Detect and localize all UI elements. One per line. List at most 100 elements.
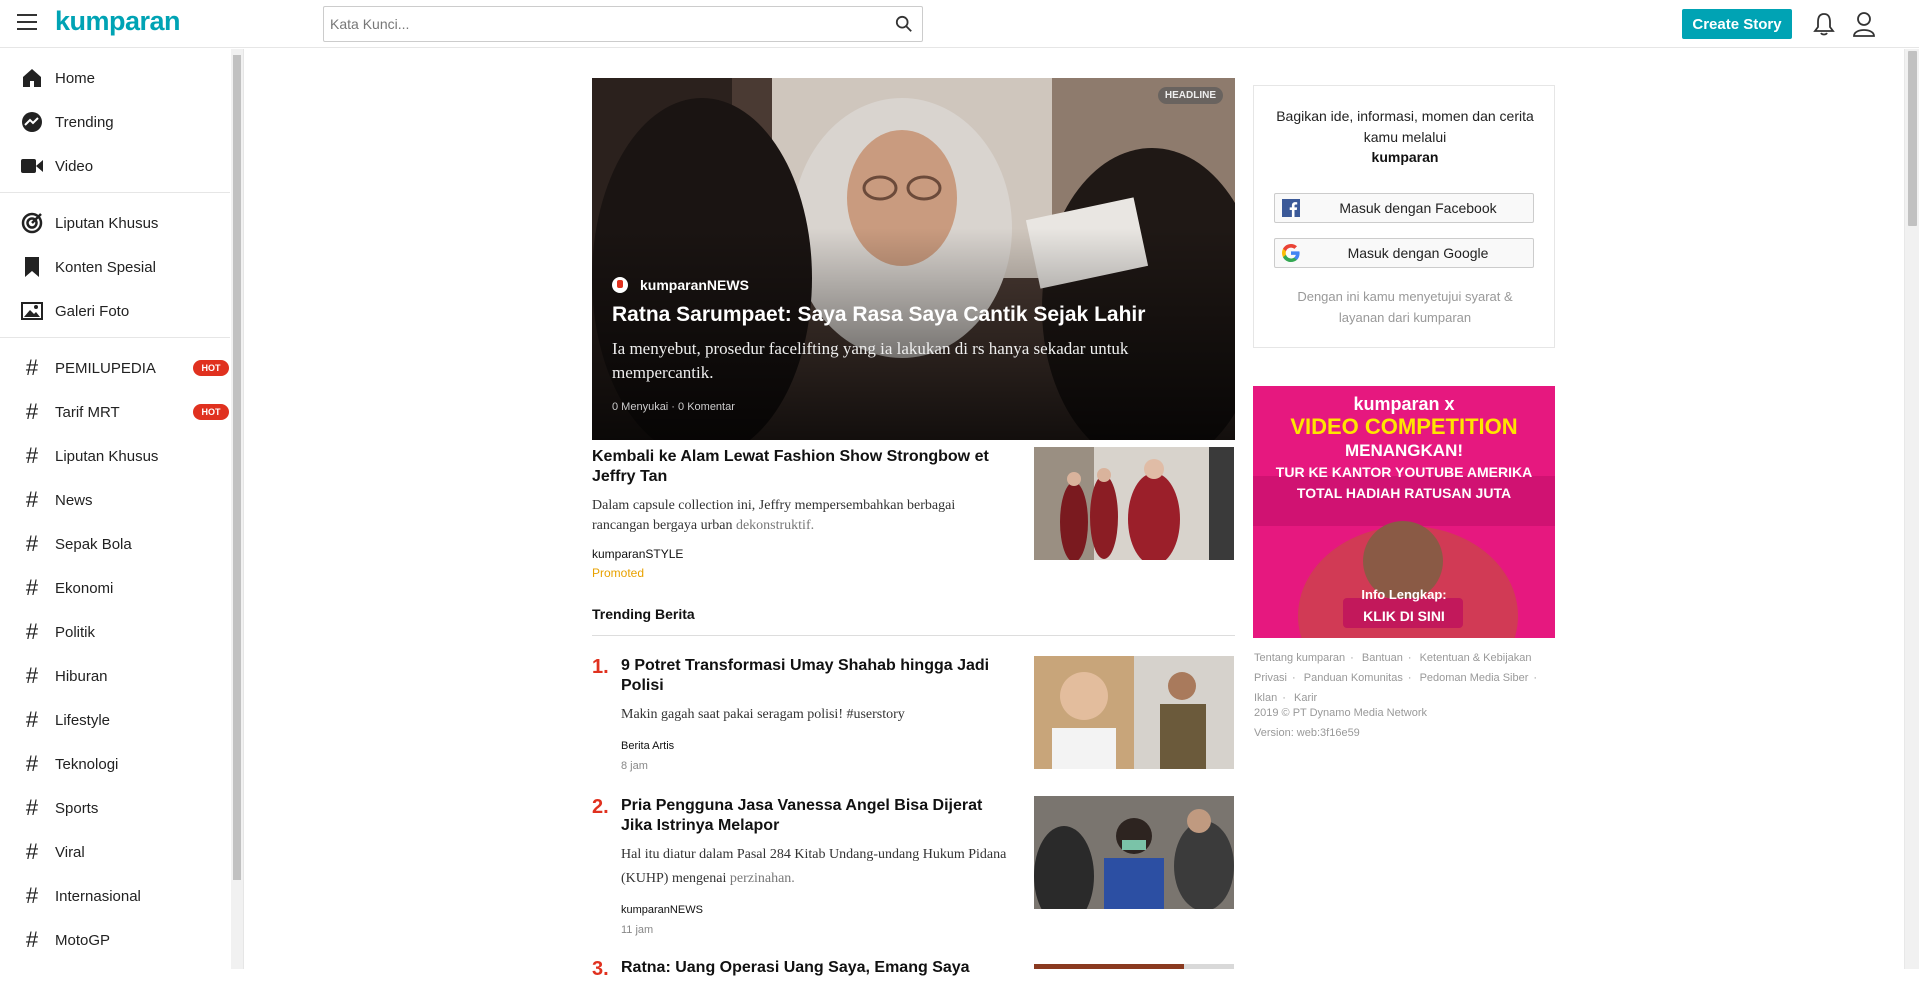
page-scrollbar[interactable] xyxy=(1904,49,1919,969)
footer-links: Tentang kumparan · Bantuan · Ketentuan & K… xyxy=(1254,652,1538,704)
promoted-source[interactable]: kumparanSTYLE xyxy=(592,547,683,561)
sidebar-item-liputan-khusus[interactable]: Liputan Khusus xyxy=(0,201,230,245)
hashtag-icon: # xyxy=(25,663,39,688)
kumparan-logo[interactable]: kumparan xyxy=(55,6,181,37)
trending-photo xyxy=(1034,796,1234,909)
video-icon xyxy=(21,155,43,177)
page-scrollbar-thumb[interactable] xyxy=(1908,51,1917,226)
sidebar-topic-pemilupedia[interactable]: # PEMILUPEDIA HOT xyxy=(0,346,230,390)
sidebar-scrollbar-thumb[interactable] xyxy=(233,55,241,880)
trending-photo xyxy=(1034,656,1234,769)
footer-link-community[interactable]: Panduan Komunitas xyxy=(1304,672,1403,684)
trending-source[interactable]: Berita Artis xyxy=(621,740,674,752)
ad-line-1: kumparan x xyxy=(1353,394,1454,414)
ad-line-4: TUR KE KANTOR YOUTUBE AMERIKA xyxy=(1276,464,1532,480)
promoted-description: Dalam capsule collection ini, Jeffry mem… xyxy=(592,496,1012,536)
sidebar-topic-motogp[interactable]: # MotoGP xyxy=(0,918,230,962)
sidebar-item-konten-spesial[interactable]: Konten Spesial xyxy=(0,245,230,289)
search-icon[interactable] xyxy=(895,15,913,33)
trending-image[interactable] xyxy=(1034,960,1234,969)
trending-divider xyxy=(592,635,1235,636)
ad-info: Info Lengkap: xyxy=(1361,587,1446,602)
promoted-image[interactable] xyxy=(1034,447,1234,560)
trending-heading: Trending Berita xyxy=(592,606,695,622)
headline-card[interactable]: HEADLINE kumparanNEWS Ratna Sarumpaet: S… xyxy=(592,78,1235,440)
sidebar-topic-hiburan[interactable]: # Hiburan xyxy=(0,654,230,698)
sidebar-item-video[interactable]: Video xyxy=(0,144,230,188)
google-icon xyxy=(1282,244,1300,262)
login-prompt: Bagikan ide, informasi, momen dan cerita… xyxy=(1276,108,1534,145)
hashtag-icon: # xyxy=(25,707,39,732)
footer-link-career[interactable]: Karir xyxy=(1294,692,1317,704)
sidebar-topic-sepak-bola[interactable]: # Sepak Bola xyxy=(0,522,230,566)
sidebar-item-label: Liputan Khusus xyxy=(55,214,159,232)
login-facebook-label: Masuk dengan Facebook xyxy=(1339,200,1497,216)
create-story-button[interactable]: Create Story xyxy=(1682,9,1792,39)
trending-source[interactable]: kumparanNEWS xyxy=(621,904,703,916)
sidebar-topic-news[interactable]: # News xyxy=(0,478,230,522)
sidebar-topic-lifestyle[interactable]: # Lifestyle xyxy=(0,698,230,742)
footer-link-about[interactable]: Tentang kumparan xyxy=(1254,652,1345,664)
trending-number: 3. xyxy=(592,958,609,980)
sidebar-item-label: Lifestyle xyxy=(55,711,111,729)
sidebar-topic-ekonomi[interactable]: # Ekonomi xyxy=(0,566,230,610)
trending-title[interactable]: Pria Pengguna Jasa Vanessa Angel Bisa Di… xyxy=(621,796,1011,836)
hashtag-icon: # xyxy=(25,575,39,600)
sidebar-item-galeri-foto[interactable]: Galeri Foto xyxy=(0,289,230,333)
trending-number: 1. xyxy=(592,656,609,678)
sidebar-topic-politik[interactable]: # Politik xyxy=(0,610,230,654)
sidebar-item-label: Home xyxy=(55,69,96,87)
headline-title[interactable]: Ratna Sarumpaet: Saya Rasa Saya Cantik S… xyxy=(612,303,1212,327)
sidebar-item-trending[interactable]: Trending xyxy=(0,100,230,144)
footer-link-media-guidelines[interactable]: Pedoman Media Siber xyxy=(1420,672,1529,684)
hashtag-icon: # xyxy=(25,883,39,908)
top-bar: kumparan Create Story xyxy=(0,0,1919,48)
sidebar-item-label: Viral xyxy=(55,843,85,861)
trending-number: 2. xyxy=(592,796,609,818)
trending-title[interactable]: Ratna: Uang Operasi Uang Saya, Emang Say… xyxy=(621,958,1011,978)
sidebar-item-label: Sports xyxy=(55,799,99,817)
source-avatar-icon xyxy=(612,277,628,293)
facebook-icon xyxy=(1282,199,1300,217)
notification-bell-icon[interactable] xyxy=(1813,12,1835,36)
hamburger-menu-icon[interactable] xyxy=(17,14,37,32)
sidebar-topic-liputan-khusus[interactable]: # Liputan Khusus xyxy=(0,434,230,478)
footer-version: Version: web:3f16e59 xyxy=(1254,727,1360,739)
sidebar-scrollbar[interactable] xyxy=(231,49,243,969)
promoted-label: Promoted xyxy=(592,566,645,580)
search-input[interactable] xyxy=(324,7,864,41)
user-profile-icon[interactable] xyxy=(1852,11,1876,37)
target-icon xyxy=(21,212,43,234)
trending-photo xyxy=(1034,964,1234,969)
trending-title[interactable]: 9 Potret Transformasi Umay Shahab hingga… xyxy=(621,656,1011,696)
sidebar-topic-viral[interactable]: # Viral xyxy=(0,830,230,874)
hashtag-icon: # xyxy=(25,531,39,556)
sidebar-topic-tarif-mrt[interactable]: # Tarif MRT HOT xyxy=(0,390,230,434)
ad-line-5: TOTAL HADIAH RATUSAN JUTA xyxy=(1297,485,1511,501)
hashtag-icon: # xyxy=(25,839,39,864)
hot-badge: HOT xyxy=(193,404,229,420)
youtube-competition-ad[interactable]: kumparan x VIDEO COMPETITION MENANGKAN! … xyxy=(1253,386,1555,638)
login-google-label: Masuk dengan Google xyxy=(1347,245,1489,261)
hashtag-icon: # xyxy=(25,751,39,776)
login-google-button[interactable]: Masuk dengan Google xyxy=(1274,238,1534,268)
sidebar-item-home[interactable]: Home xyxy=(0,56,230,100)
trending-icon xyxy=(21,111,43,133)
trending-image[interactable] xyxy=(1034,656,1234,769)
footer-link-ads[interactable]: Iklan xyxy=(1254,692,1277,704)
sidebar-topic-teknologi[interactable]: # Teknologi xyxy=(0,742,230,786)
hashtag-icon: # xyxy=(25,355,39,380)
sidebar: Home Trending Video Liputan Khusus Konte… xyxy=(0,49,230,969)
footer-link-help[interactable]: Bantuan xyxy=(1362,652,1403,664)
sidebar-topic-sports[interactable]: # Sports xyxy=(0,786,230,830)
sidebar-item-label: Ekonomi xyxy=(55,579,114,597)
headline-source[interactable]: kumparanNEWS xyxy=(612,277,749,293)
trending-image[interactable] xyxy=(1034,796,1234,909)
sidebar-border xyxy=(243,49,244,969)
sidebar-topic-internasional[interactable]: # Internasional xyxy=(0,874,230,918)
promoted-title[interactable]: Kembali ke Alam Lewat Fashion Show Stron… xyxy=(592,447,1012,487)
ad-cta[interactable]: KLIK DI SINI xyxy=(1363,608,1445,624)
promoted-desc-fade: dekonstruktif. xyxy=(735,518,815,533)
sidebar-item-label: Internasional xyxy=(55,887,141,905)
login-facebook-button[interactable]: Masuk dengan Facebook xyxy=(1274,193,1534,223)
